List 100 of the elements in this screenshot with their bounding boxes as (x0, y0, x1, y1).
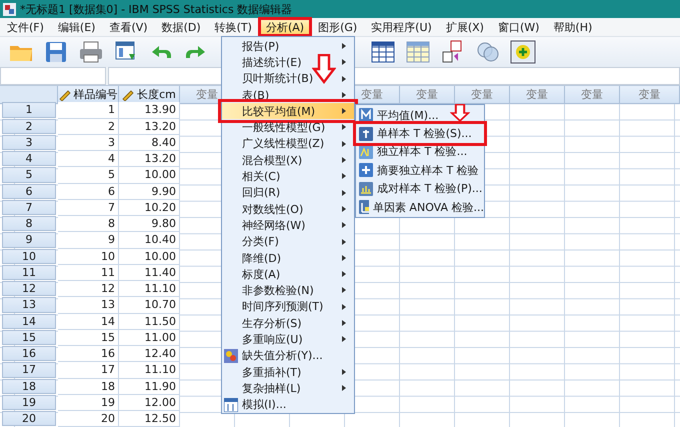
row-header[interactable]: 2 (2, 118, 56, 134)
menu-item[interactable]: 模拟(I)... (222, 396, 354, 413)
table-cell: 1 (58, 102, 119, 118)
menu-item[interactable]: 成对样本 T 检验(P)... (356, 180, 484, 198)
menu-item[interactable]: 平均值(M)... (356, 106, 484, 124)
table-cell: 12.40 (119, 346, 180, 362)
menu-item[interactable]: 神经网络(W) (222, 217, 354, 234)
menu-item[interactable]: 摘要独立样本 T 检验 (356, 161, 484, 180)
table-cell: 13.90 (119, 102, 180, 118)
row-header[interactable]: 7 (2, 200, 56, 215)
column-header[interactable]: 变量 (510, 86, 565, 104)
menu-item[interactable]: 缺失值分析(Y)... (222, 348, 354, 364)
table-cell: 14 (58, 314, 119, 330)
column-header[interactable]: 变量 (400, 86, 455, 104)
table-cell: 17 (58, 362, 119, 378)
row-header[interactable]: 9 (2, 232, 56, 248)
menu-item[interactable]: 对数线性(O) (222, 200, 354, 218)
table-cell: 9.80 (119, 216, 180, 232)
row-header[interactable]: 17 (2, 362, 56, 378)
table-cell: 12.00 (119, 394, 180, 411)
menu-item[interactable]: 回归(R) (222, 184, 354, 201)
table-cell: 18 (58, 378, 119, 395)
table-cell: 4 (58, 151, 119, 168)
menu-item[interactable]: 贝叶斯统计(B) (222, 70, 354, 87)
menu-item[interactable]: 数据(D) (154, 18, 208, 36)
row-header[interactable]: 20 (2, 411, 56, 426)
column-header[interactable]: 变量 (620, 86, 680, 104)
row-header[interactable]: 11 (2, 264, 56, 280)
menu-item[interactable]: 降维(D) (222, 250, 354, 266)
menu-item[interactable]: 非参数检验(N) (222, 282, 354, 299)
row-header[interactable]: 16 (2, 346, 56, 362)
menu-item[interactable]: 窗口(W) (490, 18, 546, 36)
row-header[interactable]: 14 (2, 314, 56, 329)
menu-item[interactable]: 扩展(X) (438, 18, 491, 36)
menu-item[interactable]: 分析(A) (258, 18, 312, 36)
table-cell: 10.70 (119, 297, 180, 314)
menu-item[interactable]: 帮助(H) (546, 18, 600, 36)
table-cell: 13.20 (119, 118, 180, 135)
table-cell: 11.50 (119, 314, 180, 330)
menu-item[interactable]: 混合模型(X) (222, 152, 354, 168)
menu-item[interactable]: 多重插补(T) (222, 364, 354, 380)
row-header[interactable]: 3 (2, 134, 56, 150)
table-cell: 19 (58, 394, 119, 411)
menu-item[interactable]: 文件(F) (0, 18, 51, 36)
menu-item[interactable]: 复杂抽样(L) (222, 380, 354, 397)
menu-item[interactable]: 图形(G) (311, 18, 364, 36)
menu-item[interactable]: 比较平均值(M) (222, 103, 354, 120)
menu-item[interactable]: 描述统计(E) (222, 54, 354, 71)
table-cell: 11.00 (119, 330, 180, 346)
row-header[interactable]: 18 (2, 378, 56, 394)
table-cell: 11.40 (119, 264, 180, 281)
table-cell: 3 (58, 134, 119, 151)
table-cell: 8.40 (119, 134, 180, 151)
table-cell: 11.10 (119, 281, 180, 298)
table-cell: 20 (58, 411, 119, 427)
table-cell: 16 (58, 346, 119, 362)
row-header[interactable]: 13 (2, 297, 56, 312)
row-header[interactable]: 5 (2, 167, 56, 182)
table-cell: 11 (58, 264, 119, 281)
table-cell: 13 (58, 297, 119, 314)
window-title: *无标题1 [数据集0] - IBM SPSS Statistics 数据编辑器 (20, 2, 292, 16)
menu-item[interactable]: 实用程序(U) (364, 18, 439, 36)
menu-item[interactable]: 报告(P) (222, 38, 354, 54)
table-cell: 6 (58, 184, 119, 200)
table-cell: 12 (58, 281, 119, 298)
row-header[interactable]: 1 (2, 102, 56, 118)
row-header[interactable]: 4 (2, 151, 56, 166)
menu-item[interactable]: 单因素 ANOVA 检验... (356, 198, 484, 216)
table-cell: 15 (58, 330, 119, 346)
column-title: 长度cm (137, 87, 176, 102)
column-header[interactable]: 变量 (455, 86, 510, 104)
row-header[interactable]: 19 (2, 394, 56, 410)
table-cell: 11.10 (119, 362, 180, 378)
table-cell: 12.50 (119, 411, 180, 427)
menu-item[interactable]: 多重响应(U) (222, 331, 354, 348)
menu-item[interactable]: 相关(C) (222, 168, 354, 185)
menu-item[interactable]: 分类(F) (222, 234, 354, 250)
table-cell: 10.00 (119, 248, 180, 265)
column-header[interactable]: 变量 (565, 86, 620, 104)
table-cell: 10.20 (119, 200, 180, 216)
table-cell: 10 (58, 248, 119, 265)
menu-item[interactable]: 编辑(E) (50, 18, 102, 36)
menu-item[interactable]: 查看(V) (102, 18, 155, 36)
row-header[interactable]: 15 (2, 330, 56, 345)
row-header[interactable]: 8 (2, 216, 56, 232)
menu-item[interactable]: 生存分析(S) (222, 315, 354, 332)
menu-item[interactable]: 标度(A) (222, 266, 354, 282)
menu-item[interactable]: 广义线性模型(Z) (222, 136, 354, 152)
menu-item[interactable]: 转换(T) (208, 18, 259, 36)
menu-item[interactable]: 独立样本 T 检验... (356, 142, 484, 162)
row-header[interactable]: 10 (2, 248, 56, 264)
row-header[interactable]: 12 (2, 281, 56, 296)
menu-item[interactable]: 一般线性模型(G) (222, 119, 354, 136)
table-cell: 13.20 (119, 151, 180, 168)
table-cell: 7 (58, 200, 119, 216)
menu-item[interactable]: 时间序列预测(T) (222, 298, 354, 316)
menu-item[interactable]: 单样本 T 检验(S)... (356, 124, 484, 143)
table-cell: 9.90 (119, 184, 180, 200)
row-header[interactable]: 6 (2, 184, 56, 199)
table-cell: 5 (58, 167, 119, 184)
